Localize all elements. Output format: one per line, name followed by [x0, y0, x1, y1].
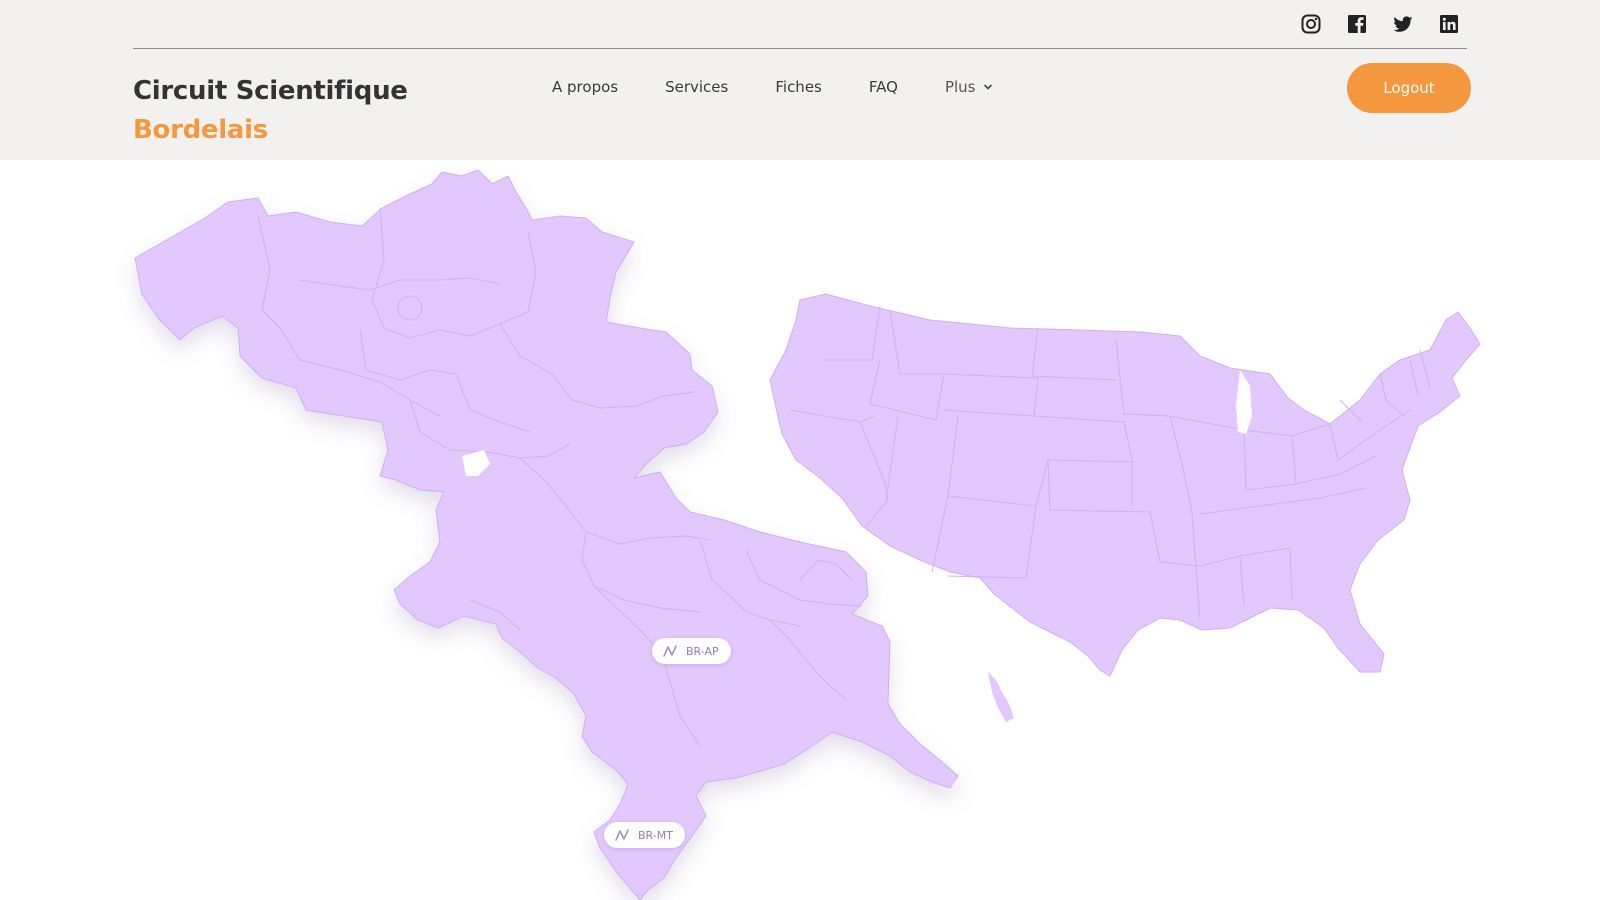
site-header: Circuit Scientifique Bordelais A propos …	[0, 0, 1600, 160]
site-logo[interactable]: Circuit Scientifique Bordelais	[133, 74, 408, 147]
brand-subtitle: Bordelais	[133, 115, 268, 145]
brand-title: Circuit Scientifique	[133, 76, 408, 106]
map-area: BR-AP BR-MT	[0, 160, 1600, 900]
social-links	[1301, 14, 1459, 34]
nav-item-plus-label: Plus	[944, 78, 976, 96]
region-map	[134, 169, 1481, 900]
region-code-label: BR-MT	[638, 828, 673, 842]
region-code-label: BR-AP	[686, 644, 719, 658]
region-label-br-ap[interactable]: BR-AP	[652, 638, 731, 664]
trend-icon	[663, 645, 677, 657]
landmass-east[interactable]	[769, 293, 1481, 677]
region-label-br-mt[interactable]: BR-MT	[604, 822, 685, 848]
nav-item-fiches[interactable]: Fiches	[775, 78, 822, 96]
landmass-north[interactable]	[134, 169, 959, 900]
instagram-icon[interactable]	[1301, 14, 1321, 34]
nav-item-a-propos[interactable]: A propos	[552, 78, 618, 96]
linkedin-icon[interactable]	[1439, 14, 1459, 34]
nav-item-faq[interactable]: FAQ	[869, 78, 898, 96]
nav-item-services[interactable]: Services	[665, 78, 728, 96]
main-nav: A propos Services Fiches FAQ Plus	[552, 78, 1040, 96]
chevron-down-icon	[984, 84, 993, 90]
nav-item-plus-dropdown[interactable]: Plus	[945, 78, 994, 96]
header-divider	[133, 48, 1467, 49]
facebook-icon[interactable]	[1347, 14, 1367, 34]
twitter-icon[interactable]	[1393, 14, 1413, 34]
island-1[interactable]	[988, 672, 1014, 722]
trend-icon	[615, 829, 629, 841]
logout-button[interactable]: Logout	[1347, 63, 1471, 113]
